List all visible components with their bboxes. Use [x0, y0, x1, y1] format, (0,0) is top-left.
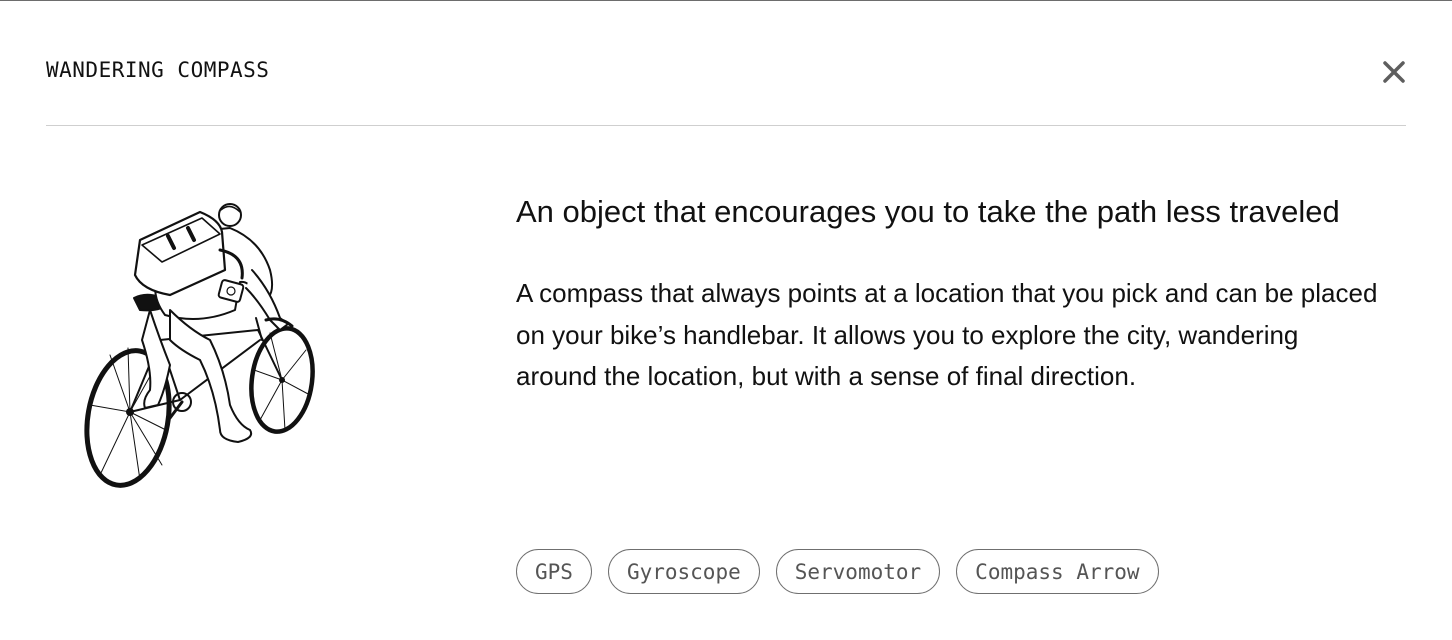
tag-servomotor[interactable]: Servomotor: [775, 549, 941, 594]
close-icon: [1383, 61, 1405, 83]
modal-title: WANDERING COMPASS: [46, 58, 270, 82]
description: A compass that always points at a locati…: [516, 278, 1378, 391]
tag-gps[interactable]: GPS: [516, 549, 592, 594]
close-button[interactable]: [1378, 56, 1410, 88]
tag-gyroscope[interactable]: Gyroscope: [607, 549, 760, 594]
cyclist-illustration: [84, 203, 315, 488]
tag-list: GPS Gyroscope Servomotor Compass Arrow: [516, 549, 1159, 594]
header-divider: [46, 125, 1406, 126]
headline: An object that encourages you to take th…: [516, 194, 1340, 229]
tag-compass-arrow[interactable]: Compass Arrow: [956, 549, 1159, 594]
top-rule: [0, 0, 1452, 1]
